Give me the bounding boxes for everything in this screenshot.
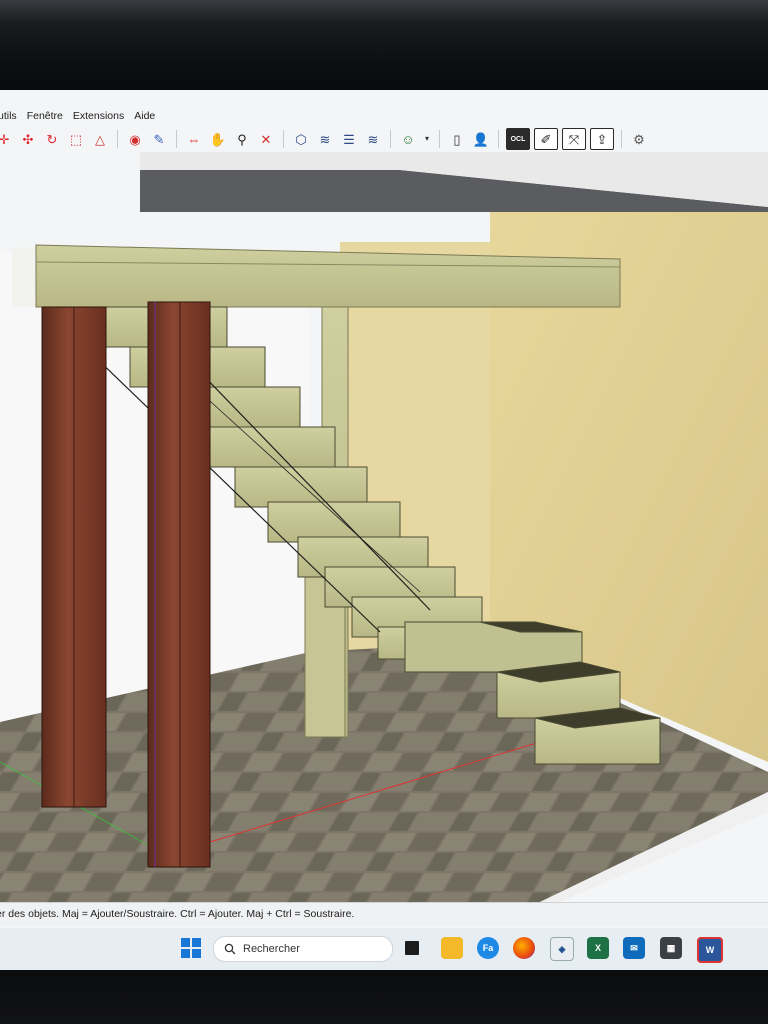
menu-outils[interactable]: utils (0, 110, 17, 122)
monitor-bezel-top (0, 0, 768, 90)
outlook-icon[interactable]: ✉ (623, 937, 645, 959)
firefox-icon[interactable] (513, 937, 535, 959)
sketchup-icon[interactable]: ◈ (550, 937, 574, 961)
zoom-extents-icon[interactable]: ✕ (256, 129, 276, 149)
sketchup-window: utils Fenêtre Extensions Aide ✛ ✣ ↻ ⬚ △ … (0, 90, 768, 970)
pencil-icon[interactable]: ✐ (534, 128, 558, 150)
main-toolbar: ✛ ✣ ↻ ⬚ △ ◉ ✎ ⇔ ✋ ⚲ ✕ ⬡ ≋ ☰ ≋ ☺ ▾ ▯ 👤 OC… (0, 126, 768, 152)
3d-viewport[interactable] (0, 152, 768, 902)
axes-icon[interactable]: ⤧ (562, 128, 586, 150)
toolbar-separator (283, 130, 284, 148)
person-icon[interactable]: 👤 (471, 129, 491, 149)
calculator-icon[interactable]: ▦ (660, 937, 682, 959)
search-bar[interactable]: Rechercher (213, 936, 393, 962)
toolbar-separator (621, 130, 622, 148)
chevron-down-icon[interactable]: ▾ (422, 129, 432, 149)
toolbar-separator (498, 130, 499, 148)
components-icon[interactable]: ≋ (363, 129, 383, 149)
toolbar-separator (439, 130, 440, 148)
move-tool-icon[interactable]: ✛ (0, 129, 14, 149)
search-icon (224, 943, 236, 955)
ocl-icon[interactable]: OCL (506, 128, 530, 150)
status-text: er des objets. Maj = Ajouter/Soustraire.… (0, 908, 355, 920)
paint-icon[interactable]: ✎ (149, 129, 169, 149)
export-icon[interactable]: ⇪ (590, 128, 614, 150)
task-view-icon[interactable] (405, 941, 419, 955)
new-document-icon[interactable]: ▯ (447, 129, 467, 149)
status-bar: er des objets. Maj = Ajouter/Soustraire.… (0, 902, 768, 925)
facebook-icon[interactable]: Fa (477, 937, 499, 959)
toolbar-separator (176, 130, 177, 148)
file-explorer-icon[interactable] (441, 937, 463, 959)
menu-aide[interactable]: Aide (134, 110, 155, 122)
scale-icon[interactable]: ⬚ (66, 129, 86, 149)
toolbar-separator (390, 130, 391, 148)
3d-warehouse-icon[interactable]: ⬡ (291, 129, 311, 149)
rotate-icon[interactable]: ↻ (42, 129, 62, 149)
flip-icon[interactable]: ⇔ (184, 129, 204, 149)
menu-bar: utils Fenêtre Extensions Aide (0, 105, 768, 127)
excel-icon[interactable]: X (587, 937, 609, 959)
menu-extensions[interactable]: Extensions (73, 110, 124, 122)
staircase-model (0, 152, 768, 902)
search-placeholder: Rechercher (243, 943, 300, 955)
warning-triangle-icon[interactable]: △ (90, 129, 110, 149)
start-button[interactable] (181, 938, 201, 958)
robot-icon[interactable]: ⚙ (629, 129, 649, 149)
paint-bucket-icon[interactable]: ◉ (125, 129, 145, 149)
layers-add-icon[interactable]: ☰ (339, 129, 359, 149)
toolbar-separator (117, 130, 118, 148)
tape-measure-icon[interactable]: ✋ (208, 129, 228, 149)
menu-fenetre[interactable]: Fenêtre (27, 110, 63, 122)
windows-taskbar: Rechercher Fa ◈ X ✉ ▦ W (0, 928, 768, 970)
select-arrows-icon[interactable]: ✣ (18, 129, 38, 149)
user-profile-icon[interactable]: ☺ (398, 129, 418, 149)
monitor-bezel-bottom (0, 970, 768, 1024)
layers-icon[interactable]: ≋ (315, 129, 335, 149)
word-icon[interactable]: W (697, 937, 723, 963)
search-zoom-icon[interactable]: ⚲ (232, 129, 252, 149)
